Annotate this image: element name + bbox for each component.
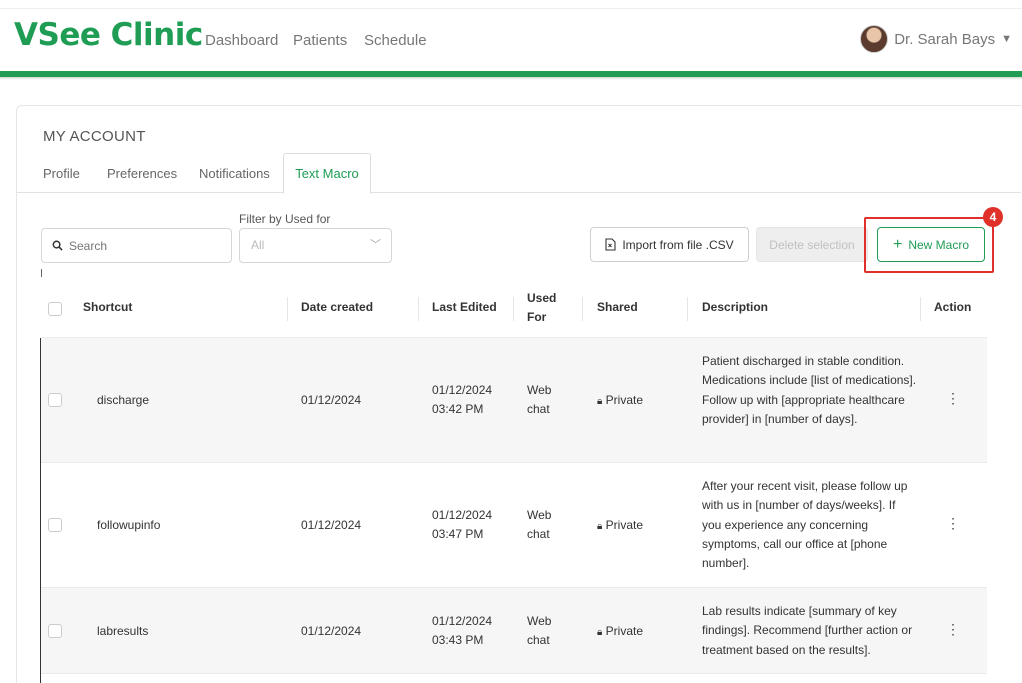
row-checkbox[interactable] <box>48 518 62 532</box>
select-all-checkbox[interactable] <box>48 302 62 316</box>
table-header: Shortcut Date created Last Edited Used Fo… <box>41 281 987 338</box>
cell-edited-date: 01/12/2024 <box>432 508 493 522</box>
top-navbar: VSee Clinic Dashboard Patients Schedule … <box>0 8 1022 71</box>
delete-selection-button[interactable]: Delete selection <box>756 227 868 262</box>
header-used-for-line2: For <box>527 310 547 324</box>
column-divider <box>287 297 288 321</box>
avatar <box>860 25 889 53</box>
nav-patients[interactable]: Patients <box>293 32 347 49</box>
page-title: MY ACCOUNT <box>43 128 146 145</box>
user-menu[interactable]: Dr. Sarah Bays ▼ <box>860 25 1012 53</box>
more-options-icon[interactable]: ⋮ <box>946 390 960 407</box>
column-divider <box>920 297 921 321</box>
row-checkbox[interactable] <box>48 393 62 407</box>
header-shortcut[interactable]: Shortcut <box>83 300 132 314</box>
account-tabs: Profile Preferences Notifications Text M… <box>17 153 1021 194</box>
column-divider <box>687 297 688 321</box>
cell-shared: 🔒︎ Private <box>597 624 643 638</box>
cell-edited-time: 03:42 PM <box>432 402 484 416</box>
shared-label: Private <box>605 518 644 532</box>
cell-description: Lab results indicate [summary of key fin… <box>702 604 913 657</box>
brand-logo[interactable]: VSee Clinic <box>14 17 203 53</box>
cell-edited-time: 03:47 PM <box>432 527 484 541</box>
lock-icon: 🔒︎ <box>597 396 603 407</box>
row-left-border <box>40 338 41 683</box>
header-used-for-line1: Used <box>527 291 557 305</box>
cell-date-created: 01/12/2024 <box>301 624 362 638</box>
table-row[interactable]: discharge 01/12/2024 01/12/2024 03:42 PM… <box>41 338 987 463</box>
tab-notifications[interactable]: Notifications <box>199 166 270 181</box>
search-input[interactable] <box>69 238 219 253</box>
caret-down-icon: ▼ <box>1001 33 1012 45</box>
row-checkbox[interactable] <box>48 624 62 638</box>
used-for-select[interactable]: All ﹀ <box>239 228 392 263</box>
filter-label: Filter by Used for <box>239 212 331 226</box>
nav-dashboard[interactable]: Dashboard <box>205 32 278 49</box>
table-row[interactable]: followupinfo 01/12/2024 01/12/2024 03:47… <box>41 463 987 588</box>
cell-used-for-line1: Web <box>527 383 552 397</box>
new-macro-label: New Macro <box>908 237 970 252</box>
cell-used-for-line1: Web <box>527 614 552 628</box>
search-field[interactable] <box>41 228 232 263</box>
user-name: Dr. Sarah Bays <box>894 30 996 48</box>
shared-label: Private <box>605 393 644 407</box>
cell-date-created: 01/12/2024 <box>301 518 362 532</box>
header-action: Action <box>934 300 972 314</box>
brand-accent-bar <box>0 71 1022 80</box>
cell-shared: 🔒︎ Private <box>597 518 643 532</box>
more-options-icon[interactable]: ⋮ <box>946 621 960 638</box>
cell-description: After your recent visit, please follow u… <box>702 479 908 571</box>
search-icon <box>52 240 63 251</box>
column-divider <box>418 297 419 321</box>
column-divider <box>513 297 514 321</box>
annotation-badge: 4 <box>983 207 1003 227</box>
file-import-icon <box>605 238 616 251</box>
column-divider <box>582 297 583 321</box>
cell-used-for-line1: Web <box>527 508 552 522</box>
chevron-down-icon: ﹀ <box>370 239 381 251</box>
cell-shortcut: labresults <box>97 624 149 638</box>
divider-mark <box>41 269 42 277</box>
cell-shortcut: discharge <box>97 393 150 407</box>
cell-used-for-line2: chat <box>527 527 550 541</box>
lock-icon: 🔒︎ <box>597 521 603 532</box>
cell-description: Patient discharged in stable condition. … <box>702 354 917 426</box>
header-used-for[interactable]: Used For <box>527 289 556 327</box>
lock-icon: 🔒︎ <box>597 627 603 638</box>
import-csv-button[interactable]: Import from file .CSV <box>590 227 749 262</box>
select-value: All <box>251 238 265 252</box>
account-card: MY ACCOUNT Profile Preferences Notificat… <box>16 105 1022 683</box>
more-options-icon[interactable]: ⋮ <box>946 515 960 532</box>
cell-edited-date: 01/12/2024 <box>432 383 493 397</box>
header-last-edited[interactable]: Last Edited <box>432 300 497 314</box>
plus-icon: + <box>892 235 903 253</box>
nav-schedule[interactable]: Schedule <box>364 32 427 49</box>
shared-label: Private <box>605 624 644 638</box>
cell-date-created: 01/12/2024 <box>301 393 362 407</box>
cell-edited-time: 03:43 PM <box>432 633 484 647</box>
header-date-created[interactable]: Date created <box>301 300 373 314</box>
import-label: Import from file .CSV <box>622 237 734 252</box>
cell-used-for-line2: chat <box>527 402 550 416</box>
cell-shared: 🔒︎ Private <box>597 393 643 407</box>
cell-shortcut: followupinfo <box>97 518 161 532</box>
header-shared[interactable]: Shared <box>597 300 638 314</box>
new-macro-button[interactable]: + New Macro <box>877 227 985 262</box>
tab-profile[interactable]: Profile <box>43 166 80 181</box>
cell-edited-date: 01/12/2024 <box>432 614 493 628</box>
cell-used-for-line2: chat <box>527 633 550 647</box>
tab-preferences[interactable]: Preferences <box>107 166 177 181</box>
table-row[interactable]: labresults 01/12/2024 01/12/2024 03:43 P… <box>41 588 987 674</box>
header-description[interactable]: Description <box>702 300 768 314</box>
tab-text-macro[interactable]: Text Macro <box>283 153 371 194</box>
